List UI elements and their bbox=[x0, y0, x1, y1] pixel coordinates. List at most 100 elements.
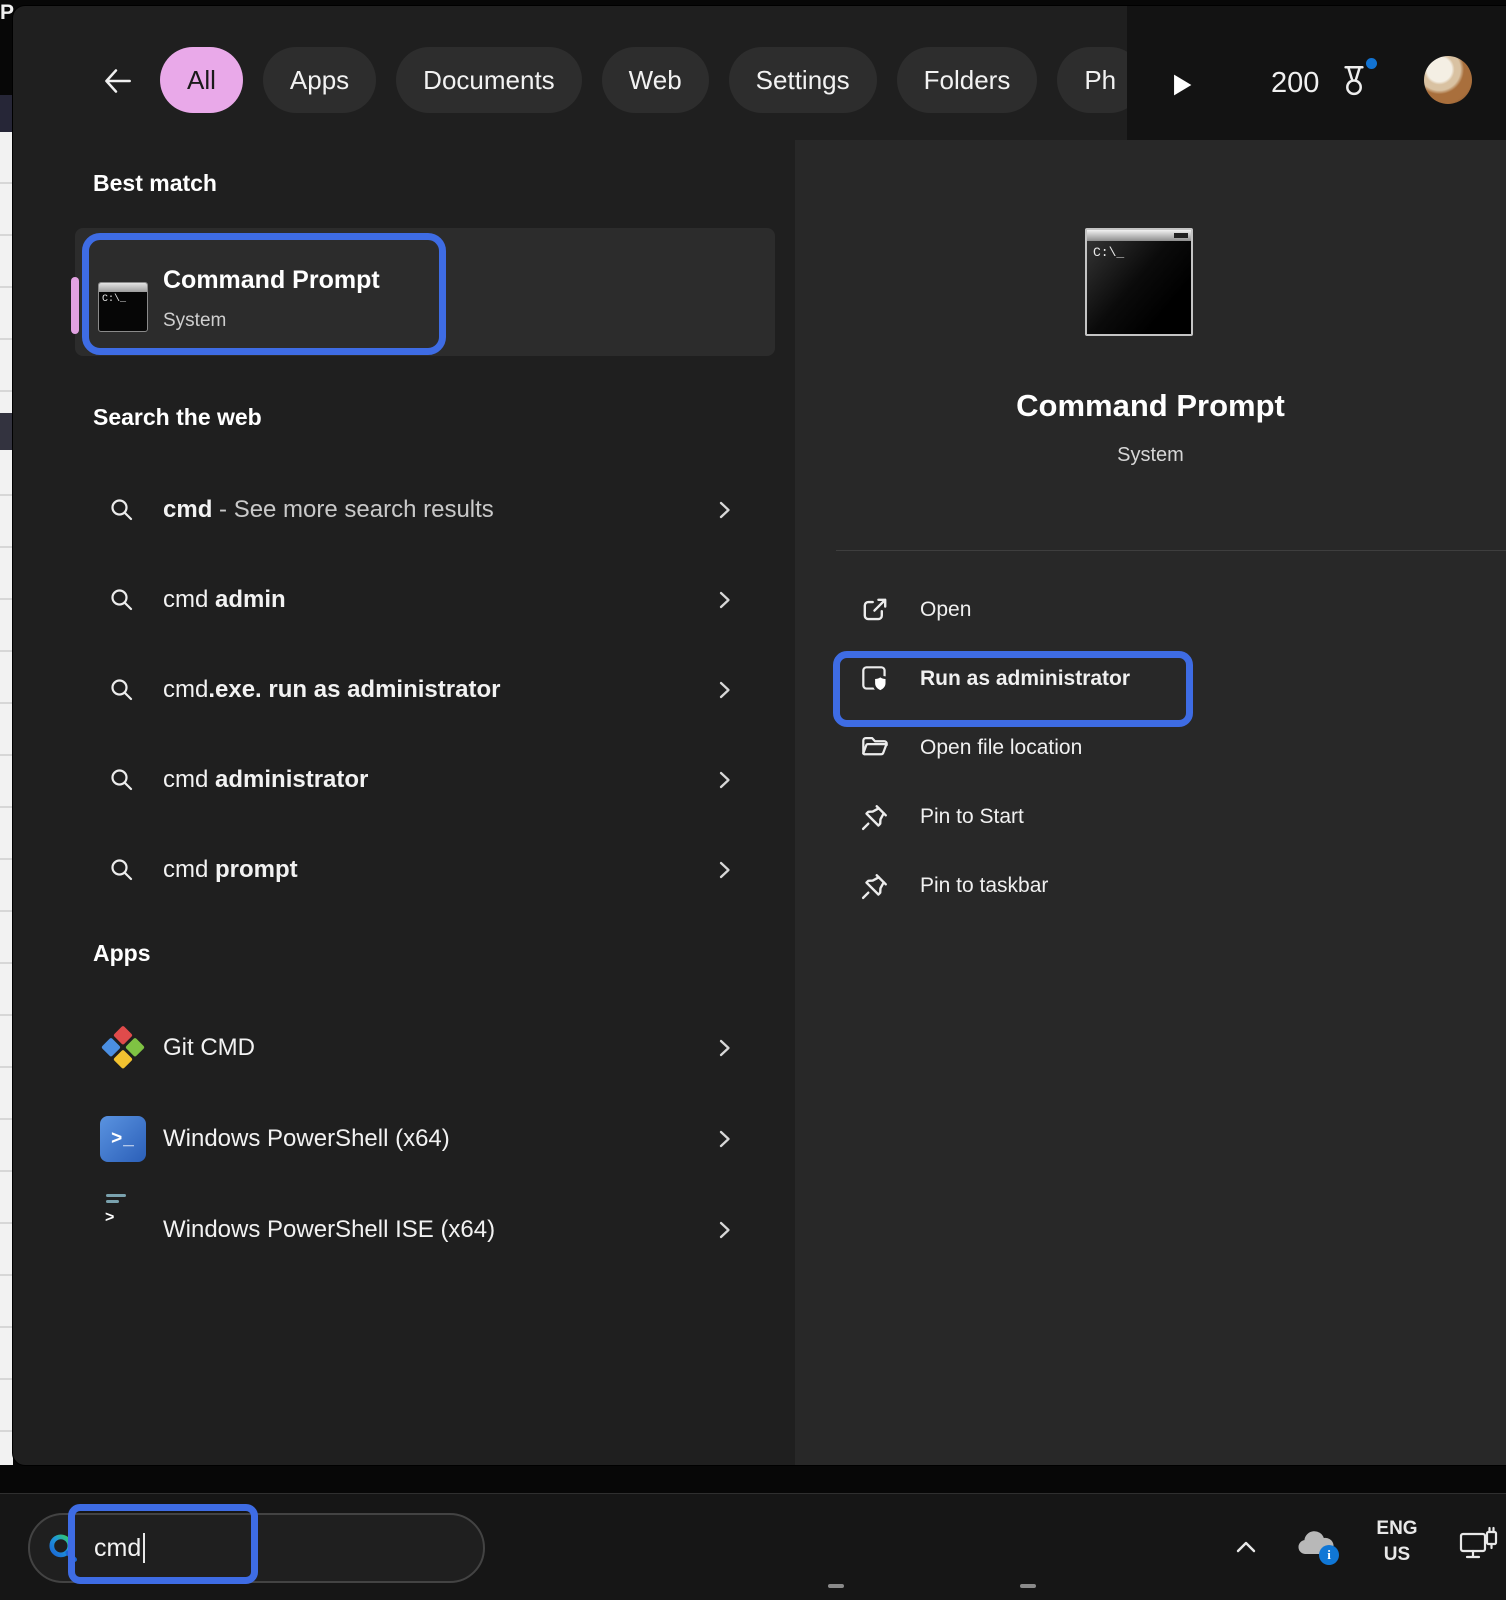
rewards-medal-icon bbox=[1333, 61, 1375, 105]
tab-folders-label: Folders bbox=[924, 65, 1011, 96]
onedrive-info-badge: i bbox=[1319, 1545, 1339, 1565]
background-window-sliver-dark bbox=[0, 95, 13, 132]
language-indicator[interactable]: ENG US bbox=[1368, 1516, 1426, 1568]
chevron-right-icon[interactable] bbox=[712, 588, 736, 612]
action-label: Run as administrator bbox=[920, 653, 1130, 705]
tab-apps[interactable]: Apps bbox=[263, 47, 376, 113]
best-match-item-command-prompt[interactable]: C:\ Command Prompt System bbox=[75, 228, 775, 356]
tab-documents-label: Documents bbox=[423, 65, 555, 96]
tabs-scroll-right-button[interactable] bbox=[1166, 70, 1196, 100]
apps-section-header: Apps bbox=[93, 940, 151, 967]
tab-all-label: All bbox=[187, 65, 216, 96]
command-prompt-icon: C:\ bbox=[98, 282, 148, 332]
onedrive-tray-button[interactable]: i bbox=[1293, 1528, 1337, 1564]
best-match-header: Best match bbox=[93, 170, 217, 197]
pin-icon bbox=[858, 869, 892, 903]
action-open[interactable]: Open bbox=[835, 584, 1255, 636]
chevron-right-icon[interactable] bbox=[712, 858, 736, 882]
tab-photos-clipped[interactable]: Ph bbox=[1057, 47, 1127, 113]
tray-overflow-button[interactable] bbox=[1233, 1536, 1259, 1558]
back-button[interactable] bbox=[98, 62, 136, 100]
best-match-subtitle: System bbox=[163, 310, 226, 332]
running-indicator-edge bbox=[828, 1584, 844, 1588]
action-run-as-administrator[interactable]: Run as administrator bbox=[835, 653, 1255, 705]
search-icon bbox=[108, 496, 136, 524]
app-label: Windows PowerShell (x64) bbox=[163, 1125, 450, 1153]
preview-panel: C:\ Command Prompt System Open bbox=[795, 140, 1506, 1465]
chevron-right-icon[interactable] bbox=[712, 1036, 736, 1060]
taskbar-search-box[interactable]: cmd bbox=[28, 1513, 485, 1583]
divider bbox=[836, 550, 1506, 551]
web-suggestion-row[interactable]: cmd administrator bbox=[75, 735, 775, 825]
query-text: cmd bbox=[163, 676, 208, 704]
web-suggestion-row[interactable]: cmd prompt bbox=[75, 825, 775, 915]
suggestion-text: - See more search results bbox=[212, 496, 493, 524]
action-open-file-location[interactable]: Open file location bbox=[835, 722, 1255, 774]
chevron-right-icon[interactable] bbox=[712, 678, 736, 702]
tab-settings[interactable]: Settings bbox=[729, 47, 877, 113]
network-icon bbox=[1458, 1526, 1500, 1566]
app-row-powershell-ise[interactable]: > Windows PowerShell ISE (x64) bbox=[75, 1185, 775, 1275]
action-label: Open bbox=[920, 584, 971, 636]
git-icon bbox=[100, 1025, 146, 1071]
network-tray-button[interactable] bbox=[1458, 1526, 1500, 1566]
rewards-area[interactable]: 200 bbox=[1271, 54, 1375, 112]
web-suggestion-row[interactable]: cmd admin bbox=[75, 555, 775, 645]
tab-web-label: Web bbox=[629, 65, 682, 96]
suggestion-text: admin bbox=[215, 586, 286, 614]
language-line2: US bbox=[1368, 1542, 1426, 1568]
tab-web[interactable]: Web bbox=[602, 47, 709, 113]
search-flyout: All Apps Documents Web Settings Folders … bbox=[13, 6, 1506, 1465]
chevron-right-icon[interactable] bbox=[712, 498, 736, 522]
best-match-title: Command Prompt bbox=[163, 266, 380, 295]
folder-open-icon bbox=[858, 731, 892, 765]
query-text: cmd bbox=[163, 586, 215, 614]
taskbar: cmd M365 bbox=[0, 1493, 1506, 1600]
web-suggestion-row[interactable]: cmd.exe. run as administrator bbox=[75, 645, 775, 735]
app-label: Windows PowerShell ISE (x64) bbox=[163, 1216, 495, 1244]
app-row-powershell[interactable]: >_ Windows PowerShell (x64) bbox=[75, 1094, 775, 1184]
query-text: cmd bbox=[163, 496, 212, 524]
open-external-icon bbox=[858, 593, 892, 627]
chevron-right-icon[interactable] bbox=[712, 1218, 736, 1242]
background-window-sliver bbox=[0, 132, 13, 1465]
user-avatar[interactable] bbox=[1424, 56, 1472, 104]
action-label: Pin to Start bbox=[920, 791, 1024, 843]
tab-documents[interactable]: Documents bbox=[396, 47, 582, 113]
search-icon bbox=[108, 676, 136, 704]
text-caret bbox=[143, 1533, 145, 1563]
suggestion-text: administrator bbox=[215, 766, 368, 794]
preview-title: Command Prompt bbox=[795, 388, 1506, 424]
tab-apps-label: Apps bbox=[290, 65, 349, 96]
search-icon bbox=[108, 856, 136, 884]
chevron-right-icon[interactable] bbox=[712, 768, 736, 792]
app-label: Git CMD bbox=[163, 1034, 255, 1062]
action-pin-to-taskbar[interactable]: Pin to taskbar bbox=[835, 860, 1255, 912]
search-icon bbox=[108, 586, 136, 614]
search-icon bbox=[108, 766, 136, 794]
tab-settings-label: Settings bbox=[756, 65, 850, 96]
chevron-right-icon[interactable] bbox=[712, 1127, 736, 1151]
windows-search-screen: P All Apps Documents Web Settings Folder… bbox=[0, 0, 1506, 1600]
tab-all[interactable]: All bbox=[160, 47, 243, 113]
language-line1: ENG bbox=[1368, 1516, 1426, 1542]
action-pin-to-start[interactable]: Pin to Start bbox=[835, 791, 1255, 843]
rewards-points: 200 bbox=[1271, 67, 1319, 100]
app-row-git-cmd[interactable]: Git CMD bbox=[75, 1003, 775, 1093]
action-label: Pin to taskbar bbox=[920, 860, 1048, 912]
background-window-sliver-patch bbox=[0, 413, 13, 450]
play-icon bbox=[1166, 70, 1196, 100]
back-arrow-icon bbox=[98, 62, 136, 100]
preview-subtitle: System bbox=[795, 444, 1506, 467]
windows-search-icon bbox=[46, 1531, 82, 1567]
tab-folders[interactable]: Folders bbox=[897, 47, 1038, 113]
search-input-value[interactable]: cmd bbox=[94, 1534, 141, 1563]
tab-photos-label: Ph bbox=[1084, 65, 1116, 96]
web-section-header: Search the web bbox=[93, 404, 262, 431]
run-admin-shield-icon bbox=[858, 662, 892, 696]
web-suggestion-row[interactable]: cmd - See more search results bbox=[75, 465, 775, 555]
filter-tabs: All Apps Documents Web Settings Folders … bbox=[160, 46, 1127, 114]
running-indicator-reports-app bbox=[1020, 1584, 1036, 1588]
chevron-up-icon bbox=[1233, 1536, 1259, 1558]
pin-icon bbox=[858, 800, 892, 834]
